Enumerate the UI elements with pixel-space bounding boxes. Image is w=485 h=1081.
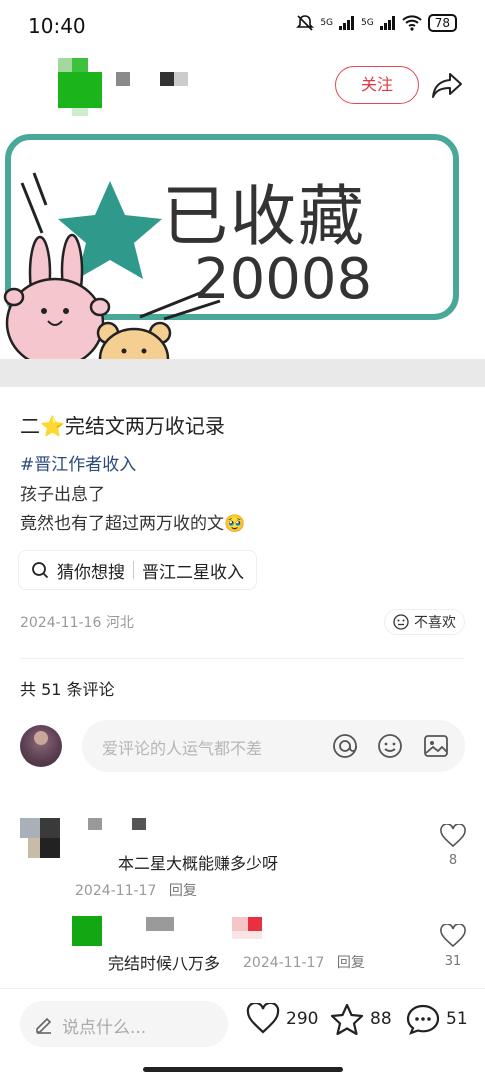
meh-face-icon xyxy=(393,614,409,630)
comment-button[interactable]: 51 xyxy=(406,1003,468,1035)
comment-date: 2024-11-17 xyxy=(75,883,157,899)
search-icon xyxy=(32,562,49,579)
status-bar: 10:40 5G 5G 78 xyxy=(0,0,485,52)
post-date: 2024-11-16 xyxy=(20,615,102,631)
mute-icon xyxy=(296,15,315,31)
comment-bubble-icon xyxy=(406,1004,440,1035)
signal-icon-2 xyxy=(379,16,395,30)
signal-label-1: 5G xyxy=(320,18,334,28)
reply-text: 完结时候八万多 xyxy=(108,954,221,973)
comment-meta: 2024-11-17 回复 xyxy=(75,880,197,900)
signal-label-2: 5G xyxy=(361,18,374,28)
post-meta: 2024-11-16 河北 xyxy=(20,612,134,632)
like-count: 8 xyxy=(448,853,458,868)
search-suggestion-chip[interactable]: 猜你想搜 晋江二星收入 xyxy=(18,550,257,590)
banner-count: 20008 xyxy=(194,247,373,312)
collect-button[interactable]: 88 xyxy=(330,1003,392,1035)
status-time: 10:40 xyxy=(28,14,86,38)
post-location: 河北 xyxy=(105,615,134,631)
share-icon[interactable] xyxy=(430,70,464,100)
search-label: 猜你想搜 xyxy=(57,562,125,583)
comment-text: 本二星大概能赚多少呀 xyxy=(118,854,279,873)
post-header: 关注 xyxy=(0,52,485,122)
banner-title: 已收藏 xyxy=(162,178,366,255)
post-title: 二⭐完结文两万收记录 xyxy=(20,414,225,438)
signal-icon xyxy=(339,16,355,30)
bear-character xyxy=(96,321,172,359)
comment-avatar[interactable] xyxy=(20,818,60,858)
reply-author-name[interactable] xyxy=(146,917,276,939)
search-term: 晋江二星收入 xyxy=(142,562,244,583)
say-something-input[interactable]: 说点什么... xyxy=(20,1001,228,1047)
reply-meta: 2024-11-17 回复 xyxy=(243,952,365,972)
author-avatar[interactable] xyxy=(58,58,102,116)
battery-indicator: 78 xyxy=(427,14,457,32)
reply-like-count: 31 xyxy=(444,954,462,969)
comment-input[interactable]: 爱评论的人运气都不差 xyxy=(82,720,465,772)
bottom-action-bar: 说点什么... 290 88 51 xyxy=(0,988,485,1081)
comment-total: 51 xyxy=(446,1009,468,1029)
like-total: 290 xyxy=(286,1009,319,1029)
current-user-avatar xyxy=(20,725,62,767)
post-line-2: 竟然也有了超过两万收的文🥹 xyxy=(20,514,246,534)
dislike-label: 不喜欢 xyxy=(414,615,456,631)
image-pager-bar xyxy=(0,359,485,387)
section-divider xyxy=(20,658,465,659)
heart-icon xyxy=(246,1003,280,1034)
home-indicator[interactable] xyxy=(143,1067,343,1072)
say-placeholder: 说点什么... xyxy=(62,1018,147,1038)
like-button[interactable]: 290 xyxy=(246,1003,318,1035)
reply-button[interactable]: 回复 xyxy=(169,883,197,899)
pencil-icon xyxy=(36,1017,52,1034)
image-icon[interactable] xyxy=(423,733,449,759)
follow-button[interactable]: 关注 xyxy=(335,66,419,104)
chip-divider xyxy=(133,561,134,579)
collect-total: 88 xyxy=(370,1009,392,1029)
emoji-icon[interactable] xyxy=(377,733,403,759)
commenter-name[interactable] xyxy=(88,818,148,832)
status-icons: 5G 5G 78 xyxy=(296,14,457,32)
dislike-button[interactable]: 不喜欢 xyxy=(384,609,465,635)
wifi-icon xyxy=(402,15,422,31)
star-icon xyxy=(330,1003,364,1035)
mention-icon[interactable] xyxy=(332,733,358,759)
post-tag[interactable]: #晋江作者收入 xyxy=(20,450,136,475)
reply-reply-button[interactable]: 回复 xyxy=(337,955,365,971)
reply-avatar[interactable] xyxy=(72,916,102,946)
author-name[interactable] xyxy=(116,72,190,88)
post-line-1: 孩子出息了 xyxy=(20,485,105,505)
reply-like-icon[interactable] xyxy=(440,924,466,948)
like-icon[interactable] xyxy=(440,824,466,848)
post-image[interactable]: 已收藏 20008 xyxy=(0,123,485,359)
comment-input-placeholder: 爱评论的人运气都不差 xyxy=(102,739,263,758)
reply-date: 2024-11-17 xyxy=(243,955,325,971)
comment-count: 共 51 条评论 xyxy=(20,680,115,699)
